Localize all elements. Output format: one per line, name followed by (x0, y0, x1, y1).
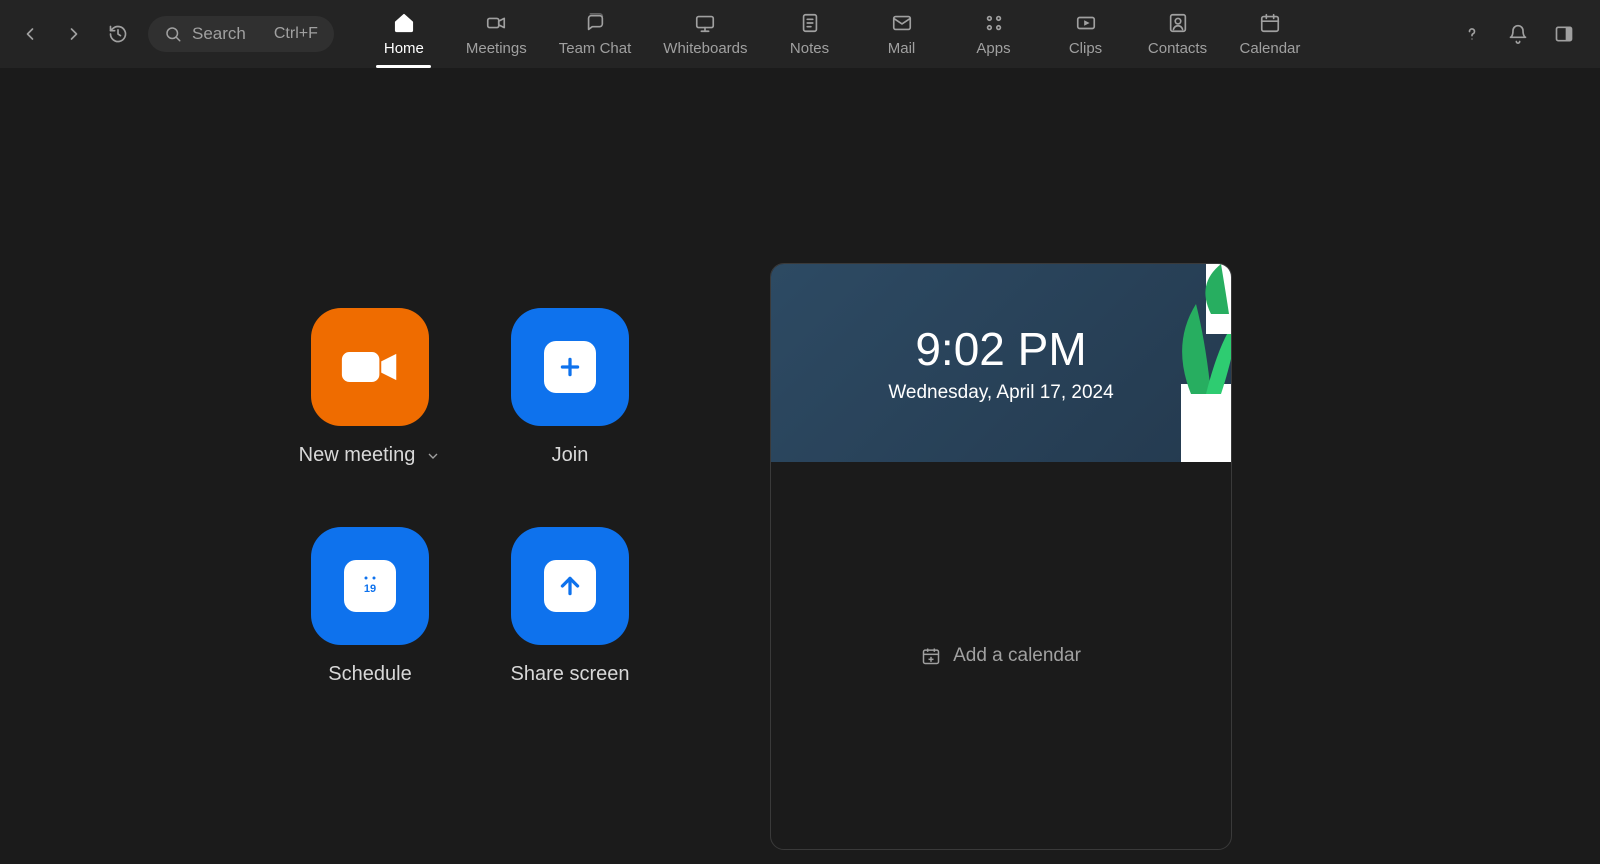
tab-whiteboards[interactable]: Whiteboards (647, 0, 763, 68)
tab-meetings[interactable]: Meetings (450, 0, 543, 68)
add-calendar-button[interactable]: Add a calendar (771, 462, 1231, 849)
share-screen-button[interactable]: Share screen (470, 527, 670, 686)
tab-label: Contacts (1148, 40, 1207, 57)
search-input[interactable]: Search Ctrl+F (148, 16, 334, 52)
arrow-up-icon (557, 573, 583, 599)
chevron-right-icon (64, 24, 84, 44)
search-icon (164, 25, 182, 43)
calendar-icon (1259, 12, 1281, 34)
schedule-day: 19 (364, 583, 376, 595)
calendar-panel: 9:02 PM Wednesday, April 17, 2024 Add a … (770, 263, 1232, 850)
tab-label: Team Chat (559, 40, 632, 57)
chat-icon (584, 12, 606, 34)
sidebar-toggle-button[interactable] (1544, 14, 1584, 54)
clips-icon (1075, 12, 1097, 34)
tab-label: Apps (976, 40, 1010, 57)
schedule-button[interactable]: 19 Schedule (270, 527, 470, 686)
clock-header: 9:02 PM Wednesday, April 17, 2024 (771, 264, 1231, 462)
notes-icon (799, 12, 821, 34)
tab-apps[interactable]: Apps (948, 0, 1040, 68)
notifications-button[interactable] (1498, 14, 1538, 54)
help-icon (1462, 24, 1482, 44)
tab-team-chat[interactable]: Team Chat (543, 0, 648, 68)
tab-home[interactable]: Home (358, 0, 450, 68)
tab-label: Calendar (1240, 40, 1301, 57)
tab-label: Clips (1069, 40, 1102, 57)
calendar-icon: 19 (357, 573, 383, 599)
chevron-left-icon (20, 24, 40, 44)
history-icon (108, 24, 128, 44)
add-calendar-label: Add a calendar (953, 645, 1081, 667)
join-label: Join (552, 444, 589, 467)
share-tile (511, 527, 629, 645)
new-meeting-button[interactable]: New meeting (270, 308, 470, 467)
tab-label: Home (384, 40, 424, 57)
help-button[interactable] (1452, 14, 1492, 54)
nav-forward-button[interactable] (54, 14, 94, 54)
schedule-label: Schedule (328, 663, 411, 686)
tab-notes[interactable]: Notes (764, 0, 856, 68)
topbar: Search Ctrl+F Home Meetings Team Chat White… (0, 0, 1600, 68)
whiteboard-icon (694, 12, 716, 34)
topbar-right (1452, 14, 1584, 54)
plant-decoration (1111, 264, 1231, 462)
home-icon (393, 12, 415, 34)
video-icon (485, 12, 507, 34)
tab-contacts[interactable]: Contacts (1132, 0, 1224, 68)
chevron-down-icon[interactable] (425, 448, 441, 464)
tab-label: Notes (790, 40, 829, 57)
search-shortcut: Ctrl+F (274, 25, 318, 43)
video-camera-icon (340, 346, 400, 388)
calendar-add-icon (921, 646, 941, 666)
contacts-icon (1167, 12, 1189, 34)
schedule-tile: 19 (311, 527, 429, 645)
new-meeting-tile (311, 308, 429, 426)
join-button[interactable]: Join (470, 308, 670, 467)
nav-back-button[interactable] (10, 14, 50, 54)
tab-calendar[interactable]: Calendar (1224, 0, 1317, 68)
search-placeholder: Search (192, 24, 246, 44)
mail-icon (891, 12, 913, 34)
new-meeting-label: New meeting (299, 444, 416, 467)
main-content: New meeting Join 19 (0, 68, 1600, 864)
plus-icon (557, 354, 583, 380)
tab-clips[interactable]: Clips (1040, 0, 1132, 68)
home-actions: New meeting Join 19 (270, 308, 670, 864)
tab-label: Meetings (466, 40, 527, 57)
panel-right-icon (1554, 24, 1574, 44)
clock-time: 9:02 PM (915, 322, 1086, 376)
history-button[interactable] (98, 14, 138, 54)
tab-label: Whiteboards (663, 40, 747, 57)
apps-icon (983, 12, 1005, 34)
clock-date: Wednesday, April 17, 2024 (888, 382, 1113, 404)
join-tile (511, 308, 629, 426)
tab-label: Mail (888, 40, 916, 57)
tab-mail[interactable]: Mail (856, 0, 948, 68)
nav-tabs: Home Meetings Team Chat Whiteboards Notes Mai… (358, 0, 1317, 68)
share-label: Share screen (511, 663, 630, 686)
bell-icon (1508, 24, 1528, 44)
